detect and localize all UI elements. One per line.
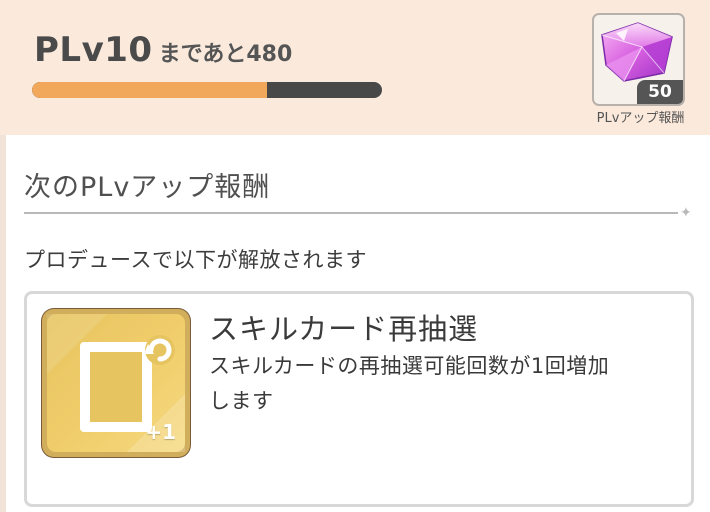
section-title: 次のPLvアップ報酬 — [24, 172, 271, 203]
section-divider — [24, 212, 678, 214]
reward-card[interactable]: +1 スキルカード再抽選 スキルカードの再抽選可能回数が1回増加します — [24, 291, 694, 507]
card-title: スキルカード再抽選 — [209, 312, 479, 346]
unlock-info-text: プロデュースで以下が解放されます — [24, 248, 367, 272]
remaining-points-label: まであと480 — [158, 42, 293, 67]
sparkle-icon: ✦ — [680, 205, 692, 221]
panel-edge — [0, 135, 6, 512]
level-progress-label: PLv10 まであと480 — [34, 30, 292, 70]
reward-count-badge: 50 — [637, 80, 683, 104]
card-icon-badge: +1 — [145, 420, 176, 444]
level-label: PLv10 — [34, 30, 153, 70]
card-description: スキルカードの再抽選可能回数が1回増加します — [209, 354, 610, 413]
level-progress-fill — [32, 82, 267, 98]
reward-caption: PLvアップ報酬 — [596, 111, 685, 126]
card-icon-bg: +1 — [47, 314, 185, 452]
plv-reward-item[interactable]: 50 — [592, 13, 685, 106]
skill-card-reroll-icon: +1 — [42, 309, 190, 457]
level-progress-bar — [32, 82, 382, 98]
